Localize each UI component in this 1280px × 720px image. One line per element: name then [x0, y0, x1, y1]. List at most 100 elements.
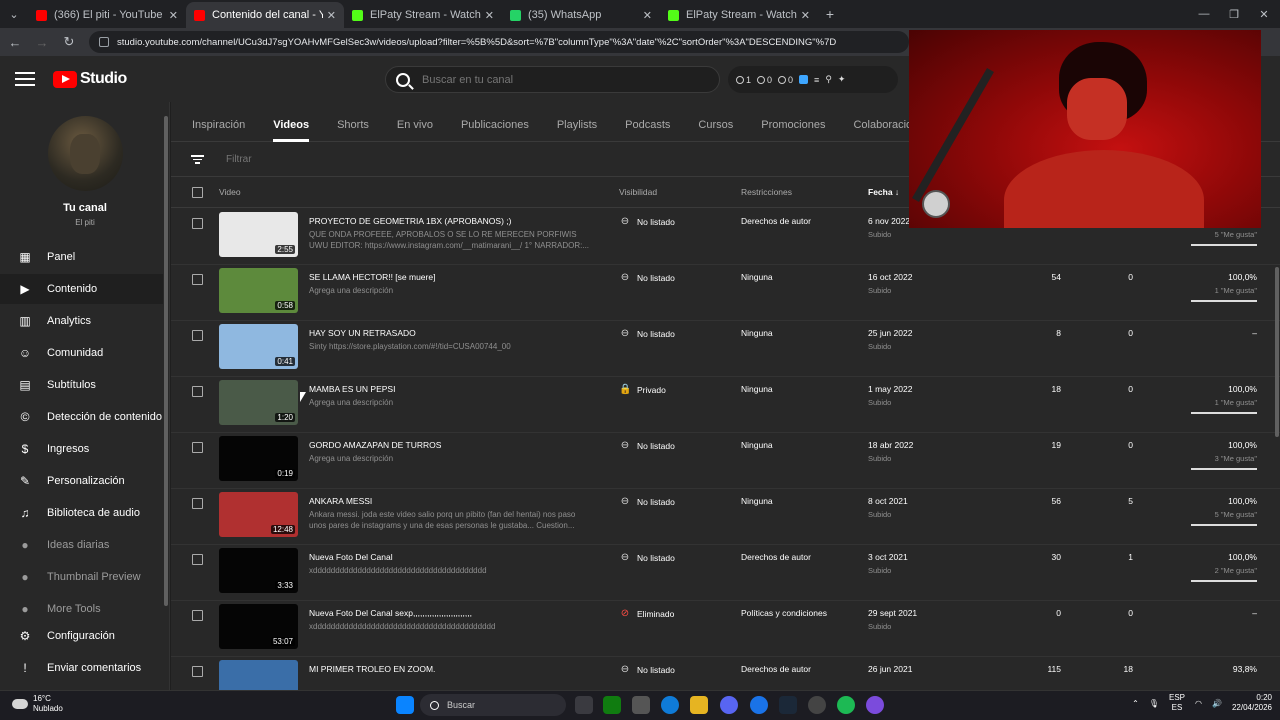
- restore-button[interactable]: ❐: [1218, 0, 1250, 28]
- chevron-up-icon[interactable]: ⌃: [1132, 699, 1139, 708]
- restrictions-cell[interactable]: Ninguna: [741, 272, 773, 282]
- visibility-cell[interactable]: 🔒 Privado: [619, 384, 666, 395]
- video-title[interactable]: MAMBA ES UN PEPSI: [309, 384, 395, 394]
- visibility-cell[interactable]: ⊖ No listado: [619, 552, 675, 563]
- sidebar-item[interactable]: ▤ Subtítulos: [0, 370, 163, 400]
- close-tab-icon[interactable]: ✕: [485, 9, 494, 22]
- table-row[interactable]: 3:33 Nueva Foto Del Canal xddddddddddddddd…: [171, 545, 1280, 601]
- content-scrollbar[interactable]: [1275, 267, 1279, 437]
- browser-tab[interactable]: ElPaty Stream - Watch Live on K ✕: [344, 2, 502, 28]
- channel-avatar[interactable]: [48, 116, 123, 191]
- video-thumbnail[interactable]: 53:07: [219, 604, 298, 649]
- table-row[interactable]: 0:41 HAY SOY UN RETRASADO Sinty https://st…: [171, 321, 1280, 377]
- bulb-icon[interactable]: ✦: [838, 74, 846, 85]
- video-thumbnail[interactable]: 2:55: [219, 212, 298, 257]
- video-title[interactable]: Nueva Foto Del Canal sexp,,,,,,,,,,,,,,,…: [309, 608, 472, 618]
- back-button[interactable]: ←: [3, 30, 27, 54]
- content-tab[interactable]: Podcasts: [625, 119, 670, 141]
- video-title[interactable]: PROYECTO DE GEOMETRIA 1BX (APROBANOS) ;): [309, 216, 511, 226]
- taskbar-search[interactable]: Buscar: [420, 694, 566, 716]
- list-icon[interactable]: ≡: [814, 75, 819, 85]
- weather-widget[interactable]: 16°C Nublado: [12, 694, 63, 714]
- steam-icon[interactable]: [779, 696, 797, 714]
- close-tab-icon[interactable]: ✕: [327, 9, 336, 22]
- restrictions-cell[interactable]: Ninguna: [741, 440, 773, 450]
- video-title[interactable]: Nueva Foto Del Canal: [309, 552, 393, 562]
- video-thumbnail[interactable]: 3:33: [219, 548, 298, 593]
- visibility-cell[interactable]: ⊘ Eliminado: [619, 608, 675, 619]
- restrictions-cell[interactable]: Derechos de autor: [741, 552, 811, 562]
- search-input[interactable]: [422, 73, 702, 86]
- video-thumbnail[interactable]: 12:48: [219, 492, 298, 537]
- filter-input[interactable]: [226, 154, 526, 165]
- header-date[interactable]: Fecha ↓: [868, 187, 899, 197]
- content-tab[interactable]: Promociones: [761, 119, 825, 141]
- discord-icon[interactable]: [720, 696, 738, 714]
- sidebar-item[interactable]: ! Enviar comentarios: [0, 653, 163, 683]
- spotify-icon[interactable]: [837, 696, 855, 714]
- video-title[interactable]: ANKARA MESSI: [309, 496, 372, 506]
- sidebar-scrollbar[interactable]: [164, 116, 168, 606]
- content-tab[interactable]: Cursos: [698, 119, 733, 141]
- forward-button[interactable]: →: [30, 30, 54, 54]
- video-title[interactable]: SE LLAMA HECTOR!! [se muere]: [309, 272, 435, 282]
- file-explorer-icon[interactable]: [690, 696, 708, 714]
- visibility-cell[interactable]: ⊖ No listado: [619, 496, 675, 507]
- visibility-cell[interactable]: ⊖ No listado: [619, 216, 675, 227]
- row-checkbox[interactable]: [192, 274, 203, 285]
- filter-icon[interactable]: [191, 155, 204, 164]
- table-row[interactable]: 0:58 SE LLAMA HECTOR!! [se muere] Agrega u…: [171, 265, 1280, 321]
- sidebar-item[interactable]: ⚙ Configuración: [0, 621, 163, 651]
- row-checkbox[interactable]: [192, 666, 203, 677]
- table-row[interactable]: 0:19 GORDO AMAZAPAN DE TURROS Agrega una d…: [171, 433, 1280, 489]
- channel-search[interactable]: [385, 66, 720, 93]
- video-thumbnail[interactable]: 0:19: [219, 436, 298, 481]
- microphone-icon[interactable]: 🎙: [1149, 699, 1159, 708]
- minimize-button[interactable]: —: [1188, 0, 1220, 28]
- header-stats[interactable]: 1 0 0 ≡ ⚲ ✦: [728, 66, 898, 93]
- video-thumbnail[interactable]: 0:58: [219, 268, 298, 313]
- site-info-icon[interactable]: [99, 37, 109, 47]
- row-checkbox[interactable]: [192, 218, 203, 229]
- browser-tab[interactable]: (366) El piti - YouTube ✕: [28, 2, 186, 28]
- content-tab[interactable]: Playlists: [557, 119, 597, 141]
- clock[interactable]: 0:20 22/04/2026: [1232, 693, 1272, 713]
- table-row[interactable]: 12:48 ANKARA MESSI Ankara messi. joda este…: [171, 489, 1280, 545]
- chrome-icon[interactable]: [750, 696, 768, 714]
- content-tab[interactable]: Publicaciones: [461, 119, 529, 141]
- restrictions-cell[interactable]: Políticas y condiciones: [741, 608, 827, 618]
- content-tab[interactable]: En vivo: [397, 119, 433, 141]
- select-all-checkbox[interactable]: [192, 187, 203, 198]
- row-checkbox[interactable]: [192, 554, 203, 565]
- sidebar-item[interactable]: © Detección de contenido: [0, 402, 163, 432]
- close-tab-icon[interactable]: ✕: [801, 9, 810, 22]
- close-tab-icon[interactable]: ✕: [643, 9, 652, 22]
- obs-icon[interactable]: [808, 696, 826, 714]
- header-visibility[interactable]: Visibilidad: [619, 187, 657, 197]
- video-thumbnail[interactable]: [219, 660, 298, 690]
- url-field[interactable]: studio.youtube.com/channel/UCu3dJ7sgYOAH…: [89, 31, 909, 53]
- tab-search-button[interactable]: ⌄: [0, 0, 28, 28]
- restrictions-cell[interactable]: Derechos de autor: [741, 216, 811, 226]
- content-tab[interactable]: Videos: [273, 119, 309, 142]
- pin-icon[interactable]: ⚲: [825, 74, 832, 85]
- sidebar-item[interactable]: ▦ Panel: [0, 242, 163, 272]
- row-checkbox[interactable]: [192, 442, 203, 453]
- reload-button[interactable]: ↻: [57, 30, 81, 54]
- video-thumbnail[interactable]: 1:20: [219, 380, 298, 425]
- studio-logo[interactable]: Studio: [53, 70, 127, 88]
- sidebar-item[interactable]: ☺ Comunidad: [0, 338, 163, 368]
- sidebar-item[interactable]: ● More Tools: [0, 594, 163, 624]
- windows-start-icon[interactable]: [396, 696, 414, 714]
- sidebar-item[interactable]: ● Ideas diarias: [0, 530, 163, 560]
- video-title[interactable]: MI PRIMER TROLEO EN ZOOM.: [309, 664, 435, 674]
- sidebar-item[interactable]: ✎ Personalización: [0, 466, 163, 496]
- table-row[interactable]: 53:07 Nueva Foto Del Canal sexp,,,,,,,,,,…: [171, 601, 1280, 657]
- extension-icon[interactable]: [799, 75, 809, 84]
- sidebar-item[interactable]: ♫ Biblioteca de audio: [0, 498, 163, 528]
- new-tab-button[interactable]: +: [818, 6, 842, 22]
- close-window-button[interactable]: ✕: [1248, 0, 1280, 28]
- visibility-cell[interactable]: ⊖ No listado: [619, 664, 675, 675]
- task-view-icon[interactable]: [575, 696, 593, 714]
- menu-icon[interactable]: [15, 72, 35, 86]
